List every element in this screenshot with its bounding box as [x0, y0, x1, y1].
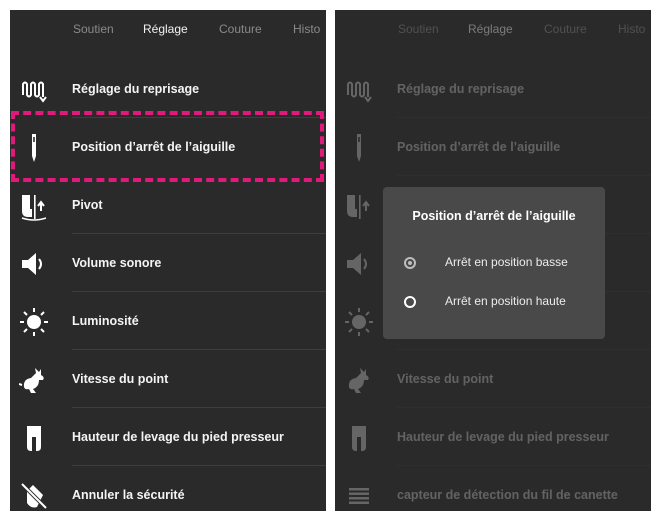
- needle-icon: [357, 134, 361, 162]
- tab-settings[interactable]: Réglage: [468, 22, 513, 36]
- settings-screen-left: Soutien Réglage Couture Histo Réglage du…: [10, 10, 326, 511]
- tab-sewing[interactable]: Couture: [219, 22, 262, 36]
- tab-support[interactable]: Soutien: [73, 22, 114, 36]
- darning-icon: [347, 81, 372, 103]
- option-stop-down[interactable]: Arrêt en position basse: [383, 250, 605, 280]
- setting-cancel-safety[interactable]: Annuler la sécurité: [10, 466, 326, 511]
- highlight-box: [11, 111, 324, 182]
- setting-presser-foot-height[interactable]: Hauteur de levage du pied presseur: [10, 408, 326, 466]
- setting-label: Volume sonore: [72, 256, 162, 270]
- tab-bar: Soutien Réglage Couture Histo: [335, 10, 651, 48]
- setting-darning[interactable]: Réglage du reprisage: [10, 60, 326, 118]
- option-label: Arrêt en position basse: [445, 255, 568, 269]
- tab-history[interactable]: Histo: [618, 22, 645, 36]
- tab-sewing[interactable]: Couture: [544, 22, 587, 36]
- tab-settings[interactable]: Réglage: [143, 22, 188, 36]
- bobbin-sensor-icon: [349, 488, 369, 504]
- setting-presser-foot-height[interactable]: Hauteur de levage du pied presseur: [335, 408, 651, 466]
- brightness-icon: [20, 308, 48, 336]
- cancel-safety-icon: [20, 482, 48, 510]
- speaker-icon: [347, 253, 367, 275]
- presser-foot-icon: [27, 426, 41, 451]
- setting-label: Vitesse du point: [72, 372, 169, 386]
- dialog-title: Position d’arrêt de l’aiguille: [412, 209, 576, 223]
- rabbit-icon: [19, 368, 44, 393]
- tab-support[interactable]: Soutien: [398, 22, 439, 36]
- setting-needle-stop[interactable]: Position d’arrêt de l’aiguille: [335, 118, 651, 176]
- setting-stitch-speed[interactable]: Vitesse du point: [335, 350, 651, 408]
- setting-label: Annuler la sécurité: [72, 488, 185, 502]
- brightness-icon: [345, 308, 373, 336]
- setting-label: Vitesse du point: [397, 372, 494, 386]
- darning-icon: [22, 81, 47, 103]
- tab-history[interactable]: Histo: [293, 22, 320, 36]
- radio-unselected-icon[interactable]: [404, 296, 416, 308]
- setting-volume[interactable]: Volume sonore: [10, 234, 326, 292]
- option-label: Arrêt en position haute: [445, 294, 566, 308]
- setting-brightness[interactable]: Luminosité: [10, 292, 326, 350]
- setting-label: Position d’arrêt de l’aiguille: [397, 140, 561, 154]
- setting-label: Luminosité: [72, 314, 139, 328]
- setting-pivot[interactable]: Pivot: [10, 176, 326, 234]
- speaker-icon: [22, 253, 42, 275]
- setting-label: Réglage du reprisage: [72, 82, 200, 96]
- needle-stop-dialog: Position d’arrêt de l’aiguille Arrêt en …: [383, 187, 605, 339]
- setting-label: Réglage du reprisage: [397, 82, 525, 96]
- setting-label: Pivot: [72, 198, 103, 212]
- setting-label: Hauteur de levage du pied presseur: [72, 430, 284, 444]
- setting-stitch-speed[interactable]: Vitesse du point: [10, 350, 326, 408]
- radio-selected-icon[interactable]: [404, 257, 416, 269]
- setting-darning[interactable]: Réglage du reprisage: [335, 60, 651, 118]
- setting-label: Hauteur de levage du pied presseur: [397, 430, 609, 444]
- option-stop-up[interactable]: Arrêt en position haute: [383, 289, 605, 319]
- setting-bobbin-sensor[interactable]: capteur de détection du fil de canette: [335, 466, 651, 511]
- rabbit-icon: [348, 368, 369, 393]
- presser-foot-icon: [352, 426, 366, 451]
- pivot-icon: [347, 195, 370, 219]
- setting-label: capteur de détection du fil de canette: [397, 488, 618, 502]
- pivot-icon: [21, 195, 47, 221]
- tab-bar: Soutien Réglage Couture Histo: [10, 10, 326, 48]
